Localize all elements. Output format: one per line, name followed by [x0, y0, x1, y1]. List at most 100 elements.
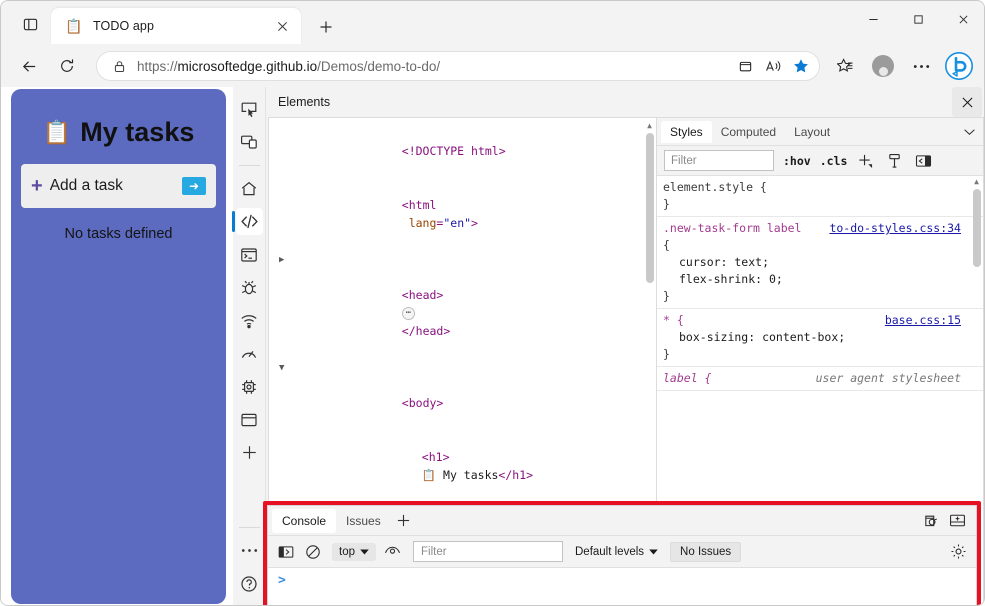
inspect-element-icon[interactable]	[236, 95, 263, 122]
window-close-icon[interactable]	[941, 1, 984, 37]
application-icon[interactable]	[236, 406, 263, 433]
star-filled-icon[interactable]	[787, 53, 815, 79]
plus-icon: +	[31, 175, 43, 197]
devtools-close-icon[interactable]	[952, 87, 982, 117]
web-page: 📋 My tasks + Add a task ➜ No tasks defin…	[1, 87, 233, 605]
console-context-selector[interactable]: top	[332, 542, 376, 561]
add-task-label[interactable]: Add a task	[50, 177, 182, 195]
browser-window: 📋 TODO app https://microsoftedge.github.…	[0, 0, 985, 606]
new-style-rule-plus-icon[interactable]	[854, 150, 876, 172]
dom-line[interactable]: ▼ <body>	[269, 358, 656, 430]
print-styles-icon[interactable]	[883, 150, 905, 172]
add-task-form[interactable]: + Add a task ➜	[21, 164, 216, 208]
help-icon[interactable]	[236, 570, 263, 597]
collapse-caret-icon[interactable]: ▼	[279, 359, 284, 377]
tab-issues[interactable]: Issues	[336, 509, 391, 533]
address-bar[interactable]: https://microsoftedge.github.io/Demos/de…	[96, 51, 820, 81]
dom-line[interactable]: <!DOCTYPE html>	[269, 124, 656, 178]
drawer-actions	[918, 509, 976, 533]
performance-icon[interactable]	[236, 340, 263, 367]
console-context-label: top	[339, 545, 355, 558]
lock-icon[interactable]	[109, 60, 129, 73]
refresh-icon[interactable]	[51, 50, 83, 82]
console-log-levels-selector[interactable]: Default levels	[575, 546, 658, 558]
console-filter-input[interactable]: Filter	[413, 541, 563, 562]
more-options-ellipsis-icon[interactable]	[236, 537, 263, 564]
device-emulation-icon[interactable]	[236, 128, 263, 155]
console-sidebar-icon[interactable]	[274, 540, 298, 564]
tab-layout[interactable]: Layout	[785, 121, 839, 143]
style-rule-element-style[interactable]: element.style { }	[657, 176, 983, 217]
clear-console-icon[interactable]	[301, 540, 325, 564]
css-declaration[interactable]: cursor: text;	[663, 254, 975, 271]
dock-drawer-icon[interactable]	[944, 509, 970, 533]
todo-app-card: 📋 My tasks + Add a task ➜ No tasks defin…	[11, 89, 226, 604]
console-toolbar: top Filter Default levels No Issues	[268, 536, 976, 568]
console-output-area[interactable]: >	[268, 568, 976, 605]
more-tools-plus-icon[interactable]	[236, 439, 263, 466]
collections-icon[interactable]	[829, 50, 861, 82]
browser-toolbar: https://microsoftedge.github.io/Demos/de…	[1, 46, 984, 86]
rule-source-link[interactable]: base.css:15	[885, 312, 961, 329]
expand-caret-icon[interactable]: ▶	[279, 251, 284, 269]
minimize-icon[interactable]	[851, 1, 896, 37]
drawer-tab-bar: Console Issues	[268, 506, 976, 536]
devtools-header: Elements	[266, 87, 984, 117]
style-rule-user-agent-label[interactable]: label {user agent stylesheet	[657, 367, 983, 391]
style-rule-universal[interactable]: * {base.css:15 box-sizing: content-box; …	[657, 309, 983, 367]
tab-computed[interactable]: Computed	[712, 121, 785, 143]
avatar-icon[interactable]	[867, 50, 899, 82]
split-screen-icon[interactable]	[731, 53, 759, 79]
no-issues-button[interactable]: No Issues	[670, 541, 742, 562]
scrollbar-thumb[interactable]	[645, 133, 654, 283]
scroll-up-arrow-icon[interactable]: ▲	[971, 176, 982, 187]
style-rule-new-task-form-label[interactable]: .new-task-form label to-do-styles.css:34 …	[657, 217, 983, 309]
chevron-down-icon[interactable]	[955, 120, 983, 144]
css-declaration[interactable]: box-sizing: content-box;	[663, 329, 975, 346]
tab-styles[interactable]: Styles	[661, 120, 712, 143]
close-icon[interactable]	[271, 15, 293, 37]
dom-line[interactable]: ▶ <head> ⋯ </head>	[269, 250, 656, 358]
dom-line[interactable]: <h1> 📋 My tasks</h1>	[269, 430, 656, 502]
rule-selector: element.style {	[663, 180, 767, 194]
gear-icon[interactable]	[946, 540, 970, 564]
console-drawer-wrapper: Console Issues top Filter Default levels…	[263, 501, 981, 605]
arrow-right-icon[interactable]: ➜	[182, 177, 206, 195]
clipboard-icon: 📋	[421, 468, 437, 482]
live-expression-eye-icon[interactable]	[380, 540, 404, 564]
maximize-icon[interactable]	[896, 1, 941, 37]
welcome-home-icon[interactable]	[236, 175, 263, 202]
hov-toggle[interactable]: :hov	[783, 154, 811, 168]
ellipsis-icon[interactable]	[905, 50, 937, 82]
new-tab-button[interactable]	[311, 12, 341, 42]
scroll-up-arrow-icon[interactable]: ▲	[644, 120, 655, 131]
back-arrow-icon[interactable]	[13, 50, 45, 82]
doctype-text: <!DOCTYPE html>	[401, 144, 506, 158]
dom-line[interactable]: <html lang="en">	[269, 178, 656, 250]
elements-code-icon[interactable]	[231, 208, 263, 235]
read-aloud-icon[interactable]	[759, 53, 787, 79]
browser-tab[interactable]: 📋 TODO app	[51, 8, 301, 44]
styles-filter-input[interactable]: Filter	[664, 150, 774, 171]
divider	[238, 165, 260, 166]
network-icon[interactable]	[236, 307, 263, 334]
toggle-sidebar-icon[interactable]	[912, 150, 934, 172]
console-icon[interactable]	[236, 241, 263, 268]
memory-icon[interactable]	[236, 373, 263, 400]
bing-copilot-icon[interactable]	[942, 49, 976, 83]
chevron-down-icon	[649, 549, 658, 554]
tab-console[interactable]: Console	[272, 508, 337, 533]
tab-strip: 📋 TODO app	[1, 1, 984, 46]
styles-tab-bar: Styles Computed Layout	[657, 118, 983, 146]
cls-toggle[interactable]: .cls	[820, 154, 848, 168]
css-declaration[interactable]: flex-shrink: 0;	[663, 271, 975, 288]
page-title: 📋 My tasks	[43, 117, 195, 148]
tab-search-icon[interactable]	[13, 7, 47, 41]
restore-drawer-icon[interactable]	[918, 509, 944, 533]
sources-debugger-icon[interactable]	[236, 274, 263, 301]
add-drawer-tab-plus-icon[interactable]	[391, 509, 417, 533]
devtools-title: Elements	[278, 95, 331, 109]
scrollbar-thumb[interactable]	[972, 189, 981, 267]
rule-source-link[interactable]: to-do-styles.css:34	[829, 220, 961, 237]
collapsed-content-pill[interactable]: ⋯	[401, 307, 416, 320]
